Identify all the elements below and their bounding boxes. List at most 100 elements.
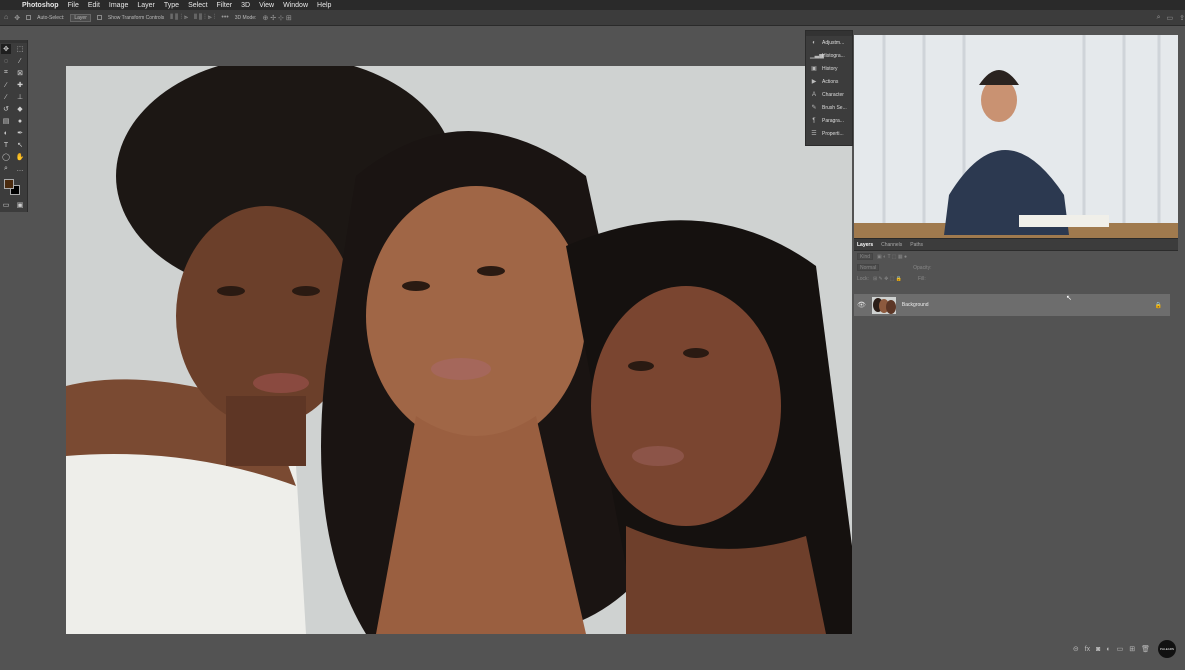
new-layer-icon[interactable]: ⊞ [1129, 645, 1135, 653]
tab-channels[interactable]: Channels [881, 242, 902, 248]
layer-mask-icon[interactable]: ◙ [1096, 646, 1100, 653]
layers-tabs: Layers Channels Paths [854, 239, 1178, 251]
layer-style-icon[interactable]: fx [1085, 646, 1090, 653]
transform-controls-checkbox[interactable] [96, 15, 102, 20]
crop-tool-icon[interactable]: ⌗ [1, 68, 11, 78]
pen-tool-icon[interactable]: ✒ [15, 128, 25, 138]
new-group-icon[interactable]: ▭ [1117, 645, 1124, 653]
menu-select[interactable]: Select [188, 2, 207, 9]
history-brush-tool-icon[interactable]: ↺ [1, 104, 11, 114]
workspace-icon[interactable]: ▭ [1167, 14, 1174, 22]
menu-file[interactable]: File [68, 2, 79, 9]
gradient-tool-icon[interactable]: ▤ [1, 116, 11, 126]
filter-kind-dropdown[interactable]: Kind [857, 253, 874, 260]
panel-properties[interactable]: ☰ Properti... [806, 127, 852, 140]
delete-layer-icon[interactable]: 🗑 [1141, 645, 1150, 653]
eyedropper-tool-icon[interactable]: ∕ [1, 80, 11, 90]
magic-wand-tool-icon[interactable]: ⁄ [15, 56, 25, 66]
lasso-tool-icon[interactable]: ◌ [1, 56, 11, 66]
distribute-icon[interactable]: ⫴ ⫼ ⫶ ⫸ ⫶ [194, 14, 215, 22]
character-icon: A [811, 91, 816, 98]
eraser-tool-icon[interactable]: ◆ [15, 104, 25, 114]
document-canvas[interactable] [66, 66, 852, 634]
lock-row: Lock: ⊞ ✎ ✥ ⬚ 🔒 Fill: [854, 273, 1178, 284]
menu-type[interactable]: Type [164, 2, 179, 9]
3d-tools-icon[interactable]: ⊕ ✢ ⊹ ⊞ [262, 14, 291, 22]
mouse-cursor-icon: ↖ [1066, 295, 1072, 302]
zoom-tool-icon[interactable]: ⌕ [1, 164, 11, 174]
menu-bar: Photoshop File Edit Image Layer Type Sel… [0, 0, 1185, 10]
more-tools-icon[interactable]: … [15, 164, 25, 174]
menu-help[interactable]: Help [317, 2, 331, 9]
quick-mask-icon[interactable]: ▭ [1, 200, 11, 210]
layers-footer: ⊝ fx ◙ ◐ ▭ ⊞ 🗑 [854, 638, 1178, 660]
search-icon[interactable]: ⌕ [1157, 14, 1161, 22]
adjustments-icon: ◐ [812, 39, 816, 46]
options-bar: ⌂ ✥ Auto-Select: Layer Show Transform Co… [0, 10, 1185, 26]
filter-icons[interactable]: ▣ ◐ T ⬚ ▦ ● [877, 254, 907, 260]
panel-histogram[interactable]: ▁▃▅ Histogra... [806, 49, 852, 62]
lock-icon: 🔒 [1154, 302, 1162, 309]
move-tool-icon[interactable]: ✥ [14, 14, 20, 22]
panel-actions[interactable]: ▶ Actions [806, 75, 852, 88]
healing-brush-tool-icon[interactable]: ✚ [15, 80, 25, 90]
blend-mode-dropdown[interactable]: Normal [857, 264, 880, 271]
layer-thumbnail [871, 296, 896, 314]
auto-select-dropdown[interactable]: Layer [70, 13, 91, 22]
actions-icon: ▶ [811, 79, 817, 85]
menu-filter[interactable]: Filter [217, 2, 233, 9]
layer-name[interactable]: Background [902, 302, 929, 308]
dodge-tool-icon[interactable]: ◐ [1, 128, 11, 138]
brush-settings-icon: ✎ [811, 105, 817, 111]
blend-row: Normal Opacity: [854, 262, 1178, 273]
layer-background[interactable]: 👁 Background 🔒 [854, 294, 1170, 316]
adjustment-layer-icon[interactable]: ◐ [1106, 646, 1110, 653]
3d-mode-label: 3D Mode: [234, 14, 257, 21]
transform-controls-label: Show Transform Controls [107, 14, 165, 21]
visibility-eye-icon[interactable]: 👁 [857, 301, 866, 309]
blur-tool-icon[interactable]: ● [15, 116, 25, 126]
panel-history[interactable]: ▣ History [806, 62, 852, 75]
paragraph-icon: ¶ [812, 117, 816, 124]
share-icon[interactable]: ⇪ [1179, 14, 1185, 22]
frame-tool-icon[interactable]: ⊠ [15, 68, 25, 78]
menu-image[interactable]: Image [109, 2, 128, 9]
fill-label: Fill: [918, 275, 926, 282]
more-options-icon[interactable]: ••• [221, 14, 228, 21]
collapsed-panels: ◐ Adjustm... ▁▃▅ Histogra... ▣ History ▶ Act… [805, 30, 853, 146]
menu-layer[interactable]: Layer [137, 2, 155, 9]
webcam-overlay [854, 35, 1178, 238]
auto-select-checkbox[interactable] [26, 15, 32, 20]
tab-paths[interactable]: Paths [910, 242, 923, 248]
link-layers-icon[interactable]: ⊝ [1073, 645, 1079, 653]
tools-panel: ✥ ⬚ ◌ ⁄ ⌗ ⊠ ∕ ✚ ∕ ⊥ ↺ ◆ ▤ ● ◐ ✒ T ↖ ◯ ✋ … [0, 40, 28, 212]
tab-layers[interactable]: Layers [857, 242, 873, 248]
lock-icons[interactable]: ⊞ ✎ ✥ ⬚ 🔒 [873, 276, 902, 282]
panel-paragraph[interactable]: ¶ Paragra... [806, 114, 852, 127]
move-tool-icon[interactable]: ✥ [1, 44, 11, 54]
portrait-photo [66, 66, 852, 634]
menu-view[interactable]: View [259, 2, 274, 9]
shape-tool-icon[interactable]: ◯ [1, 152, 11, 162]
type-tool-icon[interactable]: T [1, 140, 11, 150]
panel-character[interactable]: A Character [806, 88, 852, 101]
panel-adjustments[interactable]: ◐ Adjustm... [806, 36, 852, 49]
opacity-label: Opacity: [913, 264, 932, 271]
foreground-color-swatch[interactable] [4, 179, 14, 189]
history-icon: ▣ [811, 66, 817, 72]
menu-edit[interactable]: Edit [88, 2, 100, 9]
hand-tool-icon[interactable]: ✋ [15, 152, 25, 162]
align-icon[interactable]: ⫴ ⫼ ⫶ ⫸ [170, 14, 188, 22]
menu-3d[interactable]: 3D [241, 2, 250, 9]
histogram-icon: ▁▃▅ [810, 53, 824, 59]
path-selection-tool-icon[interactable]: ↖ [15, 140, 25, 150]
brush-tool-icon[interactable]: ∕ [1, 92, 11, 102]
app-menu[interactable]: Photoshop [22, 2, 59, 9]
screen-mode-icon[interactable]: ▣ [15, 200, 25, 210]
filter-row: Kind ▣ ◐ T ⬚ ▦ ● [854, 251, 1178, 262]
menu-window[interactable]: Window [283, 2, 308, 9]
marquee-tool-icon[interactable]: ⬚ [15, 44, 25, 54]
home-icon[interactable]: ⌂ [4, 14, 8, 21]
panel-brush-settings[interactable]: ✎ Brush Se... [806, 101, 852, 114]
clone-stamp-tool-icon[interactable]: ⊥ [15, 92, 25, 102]
